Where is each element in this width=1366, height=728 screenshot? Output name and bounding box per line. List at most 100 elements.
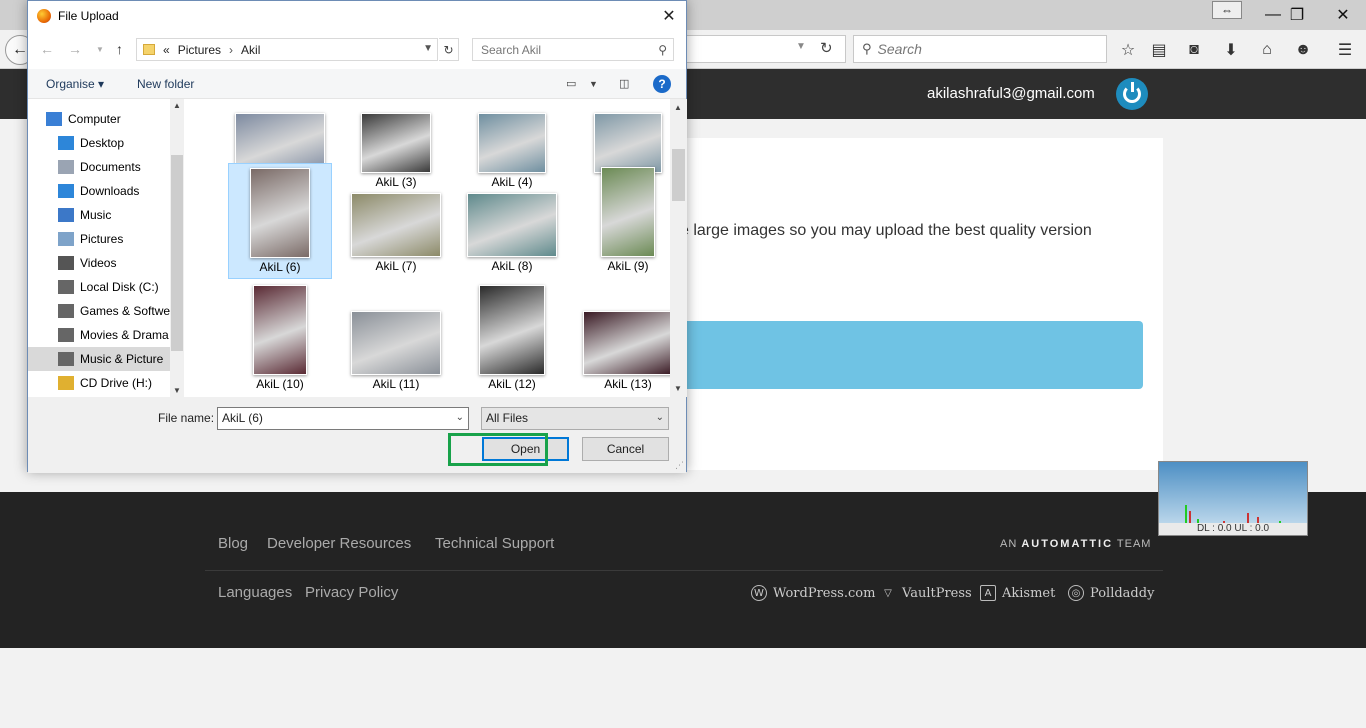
up-arrow-icon[interactable]: ↑ xyxy=(116,41,123,57)
reading-list-icon[interactable]: ▤ xyxy=(1148,39,1170,61)
folder-search-input[interactable]: Search Akil ⚲ xyxy=(472,38,674,61)
sidebar-item[interactable]: Movies & Drama xyxy=(28,323,184,347)
scroll-up-icon[interactable]: ▲ xyxy=(674,103,682,112)
file-name-input[interactable]: AkiL (6) ⌄ xyxy=(217,407,469,430)
new-folder-button[interactable]: New folder xyxy=(137,77,194,91)
dialog-close-button[interactable]: ✕ xyxy=(652,1,686,31)
file-tile[interactable]: AkiL (11) xyxy=(344,281,448,397)
firefox-icon xyxy=(37,9,51,23)
akismet-icon: A xyxy=(980,585,996,601)
file-name: AkiL (11) xyxy=(372,377,420,391)
brand-vaultpress[interactable]: ▽ VaultPress xyxy=(880,585,972,601)
close-window-button[interactable]: ✕ xyxy=(1320,0,1366,30)
file-tile[interactable]: AkiL (8) xyxy=(460,163,564,279)
file-name: AkiL (8) xyxy=(491,259,533,273)
back-arrow-icon[interactable]: ← xyxy=(40,41,54,57)
navigation-scroll-thumb[interactable] xyxy=(171,155,183,351)
file-tile[interactable]: AkiL (13) xyxy=(576,281,670,397)
upload-drop-area[interactable] xyxy=(686,321,1143,389)
power-icon[interactable] xyxy=(1116,78,1148,110)
navigation-scrollbar[interactable]: ▲ ▼ xyxy=(170,99,184,397)
pocket-icon[interactable]: ◙ xyxy=(1183,39,1205,61)
address-refresh-icon[interactable]: ↻ xyxy=(439,38,459,61)
photo-thumbnail xyxy=(351,193,441,257)
drive-icon xyxy=(58,352,74,366)
chevron-down-icon[interactable]: ⌄ xyxy=(656,412,664,423)
footer-link-privacy-policy[interactable]: Privacy Policy xyxy=(305,584,398,601)
file-type-select[interactable]: All Files ⌄ xyxy=(481,407,669,430)
music-icon xyxy=(58,208,74,222)
breadcrumb-akil[interactable]: Akil xyxy=(241,43,260,57)
file-tile[interactable]: AkiL (6) xyxy=(228,163,332,279)
home-icon[interactable]: ⌂ xyxy=(1256,39,1278,61)
forward-arrow-icon[interactable]: → xyxy=(68,41,82,57)
sidebar-item[interactable]: Downloads xyxy=(28,179,184,203)
videos-icon xyxy=(58,256,74,270)
network-meter-label: DL : 0.0 UL : 0.0 xyxy=(1159,523,1307,535)
vaultpress-icon: ▽ xyxy=(884,587,892,599)
photo-thumbnail xyxy=(583,311,670,375)
scroll-down-icon[interactable]: ▼ xyxy=(674,384,682,393)
url-dropdown-icon[interactable]: ▼ xyxy=(796,41,806,52)
file-grid-scroll-thumb[interactable] xyxy=(672,149,685,201)
restore-button[interactable]: ❐ xyxy=(1274,0,1320,30)
download-icon[interactable]: ⬇ xyxy=(1220,39,1242,61)
cancel-button[interactable]: Cancel xyxy=(582,437,669,461)
menu-icon[interactable]: ☰ xyxy=(1334,39,1356,61)
sidebar-item[interactable]: CD Drive (H:) xyxy=(28,371,184,395)
dialog-nav-row: ← → ▼ ↑ « Pictures › Akil ▼ ↻ Search Aki… xyxy=(28,31,686,69)
sidebar-item-label: Downloads xyxy=(80,184,140,198)
network-meter-widget: DL : 0.0 UL : 0.0 xyxy=(1158,461,1308,536)
sidebar-item[interactable]: Desktop xyxy=(28,131,184,155)
help-icon[interactable]: ? xyxy=(653,75,671,93)
sidebar-item[interactable]: Pictures xyxy=(28,227,184,251)
brand-akismet[interactable]: A Akismet xyxy=(980,585,1055,601)
file-grid-scrollbar[interactable]: ▲ ▼ xyxy=(670,99,687,397)
sidebar-item[interactable]: Computer xyxy=(28,107,184,131)
footer-link-technical-support[interactable]: Technical Support xyxy=(435,535,554,552)
organise-button[interactable]: Organise ▾ xyxy=(46,77,104,91)
sidebar-item[interactable]: Documents xyxy=(28,155,184,179)
address-bar[interactable]: « Pictures › Akil ▼ xyxy=(136,38,438,61)
photo-thumbnail xyxy=(351,311,441,375)
resize-cursor-icon: ⇔ xyxy=(1212,1,1242,19)
file-tile[interactable]: AkiL (12) xyxy=(460,281,564,397)
sidebar-item[interactable]: Videos xyxy=(28,251,184,275)
bookmark-star-icon[interactable]: ☆ xyxy=(1117,39,1139,61)
resize-grip-icon[interactable]: ⋰ xyxy=(675,460,684,471)
sidebar-item[interactable]: Music xyxy=(28,203,184,227)
dialog-title: File Upload xyxy=(58,9,119,23)
scroll-down-icon[interactable]: ▼ xyxy=(173,386,181,395)
address-dropdown-icon[interactable]: ▼ xyxy=(423,43,433,54)
breadcrumb-pictures[interactable]: Pictures xyxy=(178,43,221,57)
browser-search-input[interactable]: ⚲ Search xyxy=(853,35,1107,63)
sidebar-item-label: Videos xyxy=(80,256,117,270)
intro-text: e large images so you may upload the bes… xyxy=(680,222,1092,239)
chat-icon[interactable]: ☻ xyxy=(1292,39,1314,61)
breadcrumb-prefix: « xyxy=(163,42,170,57)
preview-pane-icon[interactable]: ◫ xyxy=(619,77,629,90)
view-dropdown-icon[interactable]: ▼ xyxy=(589,79,598,89)
automattic-credit[interactable]: AN AUTOMATTIC TEAM xyxy=(1000,538,1151,550)
brand-polldaddy[interactable]: ◎ Polldaddy xyxy=(1068,585,1154,601)
file-tile[interactable]: AkiL (9) xyxy=(576,163,670,279)
sidebar-item[interactable]: Music & Picture xyxy=(28,347,184,371)
brand-wordpress[interactable]: W WordPress.com xyxy=(751,585,875,601)
footer-link-languages[interactable]: Languages xyxy=(218,584,292,601)
sidebar-item[interactable]: Local Disk (C:) xyxy=(28,275,184,299)
user-email[interactable]: akilashraful3@gmail.com xyxy=(927,85,1095,102)
footer-link-developer-resources[interactable]: Developer Resources xyxy=(267,535,411,552)
file-tile[interactable]: AkiL (10) xyxy=(228,281,332,397)
recent-locations-icon[interactable]: ▼ xyxy=(96,45,104,54)
scroll-up-icon[interactable]: ▲ xyxy=(173,101,181,110)
reload-icon[interactable]: ↻ xyxy=(820,39,833,57)
open-button-highlight xyxy=(448,433,548,466)
chevron-down-icon[interactable]: ⌄ xyxy=(456,412,464,423)
footer-link-blog[interactable]: Blog xyxy=(218,535,248,552)
file-tile[interactable]: AkiL (7) xyxy=(344,163,448,279)
sidebar-item[interactable]: Games & Softwe xyxy=(28,299,184,323)
change-view-icon[interactable]: ▭ xyxy=(566,77,576,90)
wordpress-icon: W xyxy=(751,585,767,601)
file-name: AkiL (7) xyxy=(375,259,417,273)
brand-wordpress-label: WordPress.com xyxy=(773,585,876,601)
